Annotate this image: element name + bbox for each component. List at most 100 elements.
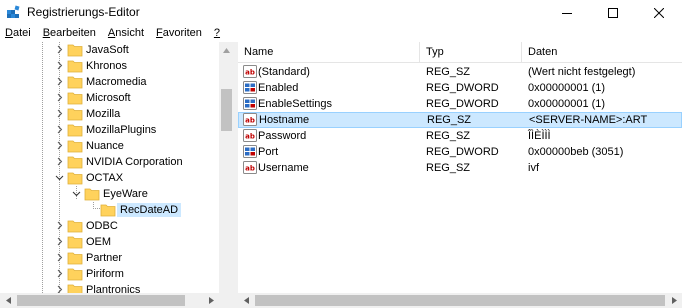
value-type: REG_DWORD [426, 82, 499, 94]
chevron-right-icon[interactable] [55, 77, 64, 86]
tree-vertical-scrollbar[interactable] [219, 42, 234, 293]
maximize-button[interactable] [590, 0, 636, 25]
value-name: Enabled [258, 82, 299, 94]
tree-item-piriform[interactable]: Piriform [0, 266, 219, 282]
chevron-right-icon[interactable] [55, 125, 64, 134]
value-data: <SERVER-NAME>:ART [529, 114, 648, 126]
menu-accelerator: ? [213, 27, 221, 39]
column-header-type[interactable]: Typ [420, 42, 522, 63]
folder-icon [67, 108, 83, 121]
value-row-enabled[interactable]: Enabled REG_DWORD 0x00000001 (1) [238, 80, 682, 96]
value-name: (Standard) [258, 66, 310, 78]
chevron-down-icon[interactable] [55, 173, 64, 182]
folder-icon [67, 76, 83, 89]
value-data: 0x00000001 (1) [528, 82, 606, 94]
scroll-left-button[interactable] [238, 293, 254, 308]
menu-bearbeiten[interactable]: Bearbeiten [38, 26, 103, 41]
arrow-right-icon [671, 297, 677, 304]
folder-icon [67, 268, 83, 281]
tree-item-octax[interactable]: OCTAX [0, 170, 219, 186]
scroll-right-button[interactable] [203, 293, 219, 308]
tree-horizontal-scrollbar[interactable] [0, 293, 219, 308]
chevron-down-icon[interactable] [72, 189, 81, 198]
value-type: REG_SZ [426, 66, 471, 78]
scrollbar-corner [219, 293, 234, 308]
menu-bar: Datei Bearbeiten Ansicht Favoriten ? [0, 25, 682, 42]
value-row-username[interactable]: ab Username REG_SZ ivf [238, 160, 682, 176]
value-row-standard[interactable]: ab (Standard) REG_SZ (Wert nicht festgel… [238, 64, 682, 80]
column-header-data[interactable]: Daten [522, 42, 682, 63]
tree-item-label: OEM [86, 236, 112, 248]
tree-item-label: Nuance [86, 140, 124, 152]
tree-item-microsoft[interactable]: Microsoft [0, 90, 219, 106]
tree-item-oem[interactable]: OEM [0, 234, 219, 250]
scroll-thumb[interactable] [17, 295, 185, 306]
menu-label: earbeiten [50, 27, 96, 39]
menu-favoriten[interactable]: Favoriten [151, 26, 209, 41]
scroll-right-button[interactable] [666, 293, 682, 308]
scroll-thumb[interactable] [255, 295, 665, 306]
scroll-left-button[interactable] [0, 293, 16, 308]
menu-accelerator: D [5, 27, 13, 39]
string-value-icon: ab [243, 113, 257, 126]
folder-icon [67, 236, 83, 249]
value-data: (Wert nicht festgelegt) [528, 66, 636, 78]
chevron-right-icon[interactable] [55, 109, 64, 118]
tree-item-macromedia[interactable]: Macromedia [0, 74, 219, 90]
chevron-right-icon[interactable] [55, 45, 64, 54]
value-row-hostname[interactable]: ab Hostname REG_SZ <SERVER-NAME>:ART [238, 112, 682, 128]
tree-item-nuance[interactable]: Nuance [0, 138, 219, 154]
tree-item-mozilla[interactable]: Mozilla [0, 106, 219, 122]
scroll-up-button[interactable] [219, 42, 234, 58]
value-row-enablesettings[interactable]: EnableSettings REG_DWORD 0x00000001 (1) [238, 96, 682, 112]
value-name: EnableSettings [258, 98, 332, 110]
chevron-right-icon[interactable] [55, 253, 64, 262]
chevron-right-icon[interactable] [55, 237, 64, 246]
dword-value-icon [243, 97, 257, 110]
scroll-thumb[interactable] [221, 89, 232, 131]
tree-item-label: Khronos [86, 60, 127, 72]
value-name: Port [258, 146, 279, 158]
column-header-name[interactable]: Name [238, 42, 420, 63]
menu-ansicht[interactable]: Ansicht [103, 26, 151, 41]
chevron-right-icon[interactable] [55, 269, 64, 278]
value-data: 0x00000001 (1) [528, 98, 606, 110]
value-data: ivf [528, 162, 539, 174]
title-bar[interactable]: Registrierungs-Editor [0, 0, 682, 25]
folder-icon [67, 140, 83, 153]
tree-item-label: MozillaPlugins [86, 124, 157, 136]
chevron-right-icon[interactable] [55, 61, 64, 70]
chevron-right-icon[interactable] [55, 157, 64, 166]
menu-help[interactable]: ? [209, 26, 227, 41]
tree-item-mozillaplugins[interactable]: MozillaPlugins [0, 122, 219, 138]
menu-datei[interactable]: Datei [0, 26, 38, 41]
tree-item-partner[interactable]: Partner [0, 250, 219, 266]
svg-text:ab: ab [245, 133, 255, 141]
registry-values-list[interactable]: Name Typ Daten ab (Standard) REG_SZ (Wer… [238, 42, 682, 293]
folder-icon [67, 44, 83, 57]
folder-icon [100, 204, 116, 217]
values-horizontal-scrollbar[interactable] [238, 293, 682, 308]
tree-item-eyeware[interactable]: EyeWare [0, 186, 219, 202]
close-button[interactable] [636, 0, 682, 25]
minimize-button[interactable] [544, 0, 590, 25]
value-name: Username [258, 162, 309, 174]
value-type: REG_SZ [426, 162, 471, 174]
tree-item-label: OCTAX [86, 172, 124, 184]
chevron-right-icon[interactable] [55, 93, 64, 102]
registry-key-tree[interactable]: JavaSoft Khronos Macromedia Microsoft Mo… [0, 42, 234, 308]
chevron-right-icon[interactable] [55, 141, 64, 150]
value-type: REG_SZ [427, 114, 472, 126]
tree-item-recdatead[interactable]: RecDateAD [0, 202, 219, 218]
chevron-right-icon[interactable] [55, 221, 64, 230]
tree-item-nvidia-corporation[interactable]: NVIDIA Corporation [0, 154, 219, 170]
value-row-port[interactable]: Port REG_DWORD 0x00000beb (3051) [238, 144, 682, 160]
value-name: Password [258, 130, 307, 142]
tree-item-odbc[interactable]: ODBC [0, 218, 219, 234]
menu-label: avoriten [162, 27, 202, 39]
tree-item-khronos[interactable]: Khronos [0, 58, 219, 74]
value-row-password[interactable]: ab Password REG_SZ ÎÌÈÌÌÌ [238, 128, 682, 144]
tree-item-label: NVIDIA Corporation [86, 156, 183, 168]
maximize-icon [608, 7, 618, 18]
tree-item-javasoft[interactable]: JavaSoft [0, 42, 219, 58]
